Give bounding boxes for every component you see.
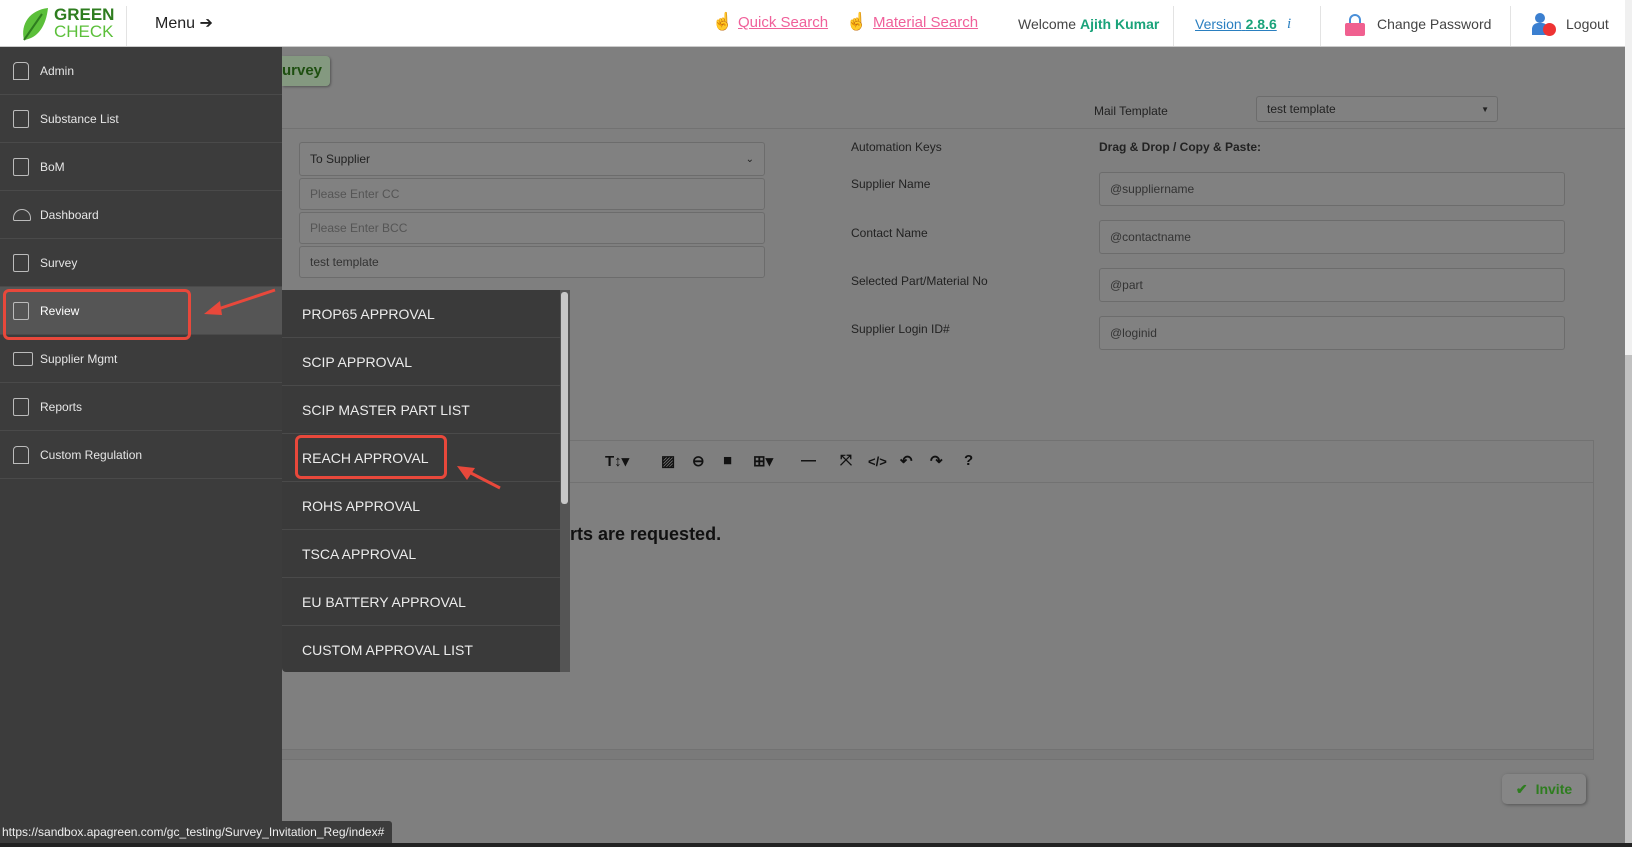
key-label: Supplier Name: [851, 177, 931, 191]
review-submenu: PROP65 APPROVAL SCIP APPROVAL SCIP MASTE…: [282, 290, 570, 672]
document-icon: [13, 158, 29, 176]
highlight-box: [3, 289, 191, 340]
annotation-arrow-icon: [204, 288, 276, 315]
cc-input[interactable]: Please Enter CC: [299, 178, 765, 210]
sidebar-item-dashboard[interactable]: Dashboard: [0, 191, 282, 239]
editor-resize-handle[interactable]: [282, 749, 1593, 759]
sidebar-item-survey[interactable]: Survey: [0, 239, 282, 287]
document-icon: [13, 110, 29, 128]
thumbs-up-icon: ☝: [846, 12, 868, 31]
key-label: Supplier Login ID#: [851, 322, 950, 336]
menu-item-custom-approval-list[interactable]: CUSTOM APPROVAL LIST: [282, 626, 560, 674]
video-icon[interactable]: ■: [723, 452, 732, 469]
gauge-icon: [13, 209, 31, 221]
check-icon: ✔: [1515, 780, 1528, 797]
mail-template-select[interactable]: test template ▼: [1256, 96, 1498, 122]
sidebar-item-reports[interactable]: Reports: [0, 383, 282, 431]
automation-keys-label: Automation Keys: [851, 140, 942, 154]
document-icon: [13, 398, 29, 416]
template-name-input[interactable]: test template: [299, 246, 765, 278]
logout-link[interactable]: Logout: [1566, 16, 1609, 32]
thumbs-up-icon: ☝: [712, 12, 734, 31]
user-name: Ajith Kumar: [1080, 16, 1160, 32]
menu-item-eu-battery-approval[interactable]: EU BATTERY APPROVAL: [282, 578, 560, 626]
drag-drop-label: Drag & Drop / Copy & Paste:: [1099, 140, 1262, 154]
arrow-right-icon: ➔: [199, 15, 213, 32]
divider: [282, 128, 1625, 129]
recipient-select[interactable]: To Supplier ⌄: [299, 142, 765, 176]
top-header: GREEN CHECK Menu ➔ ☝ Quick Search ☝ Mate…: [0, 0, 1625, 47]
logout-user-icon: [1532, 13, 1556, 37]
key-value[interactable]: @suppliername: [1099, 172, 1565, 206]
bottom-edge: [0, 843, 1632, 847]
monitor-icon: [13, 352, 33, 366]
table-icon[interactable]: ⊞▾: [753, 452, 773, 470]
sidebar-item-bom[interactable]: BoM: [0, 143, 282, 191]
link-icon[interactable]: ⊖: [692, 452, 705, 470]
chevron-down-icon: ⌄: [745, 153, 754, 165]
home-icon: [13, 446, 29, 464]
version-link[interactable]: Version 2.8.6: [1195, 16, 1277, 32]
menu-item-prop65-approval[interactable]: PROP65 APPROVAL: [282, 290, 560, 338]
green-check-logo[interactable]: GREEN CHECK: [20, 4, 115, 44]
sidebar-item-substance-list[interactable]: Substance List: [0, 95, 282, 143]
menu-toggle[interactable]: Menu ➔: [155, 13, 213, 33]
key-label: Contact Name: [851, 226, 928, 240]
sidebar: Admin Substance List BoM Dashboard Surve…: [0, 47, 282, 847]
home-icon: [13, 62, 29, 80]
key-value[interactable]: @contactname: [1099, 220, 1565, 254]
sidebar-item-admin[interactable]: Admin: [0, 47, 282, 95]
undo-icon[interactable]: ↶: [900, 452, 913, 470]
fullscreen-icon[interactable]: ⤧: [840, 452, 852, 469]
image-icon[interactable]: ▨: [661, 452, 675, 470]
horizontal-rule-icon[interactable]: —: [801, 452, 816, 469]
help-icon[interactable]: ?: [964, 452, 973, 469]
bcc-input[interactable]: Please Enter BCC: [299, 212, 765, 244]
change-password-link[interactable]: Change Password: [1377, 16, 1491, 32]
submenu-scrollbar[interactable]: [560, 290, 570, 672]
sidebar-item-supplier-mgmt[interactable]: Supplier Mgmt: [0, 335, 282, 383]
document-icon: [13, 254, 29, 272]
scrollbar-thumb[interactable]: [1625, 355, 1632, 843]
key-label: Selected Part/Material No: [851, 274, 988, 288]
menu-item-scip-approval[interactable]: SCIP APPROVAL: [282, 338, 560, 386]
divider: [1173, 6, 1174, 46]
divider: [1510, 6, 1511, 46]
mail-template-label: Mail Template: [1094, 104, 1168, 118]
lock-icon: [1345, 14, 1365, 36]
chevron-down-icon: ▼: [1481, 104, 1489, 114]
key-value[interactable]: @part: [1099, 268, 1565, 302]
menu-item-rohs-approval[interactable]: ROHS APPROVAL: [282, 482, 560, 530]
page-scrollbar[interactable]: [1625, 0, 1632, 843]
scrollbar-thumb[interactable]: [561, 292, 568, 504]
info-icon[interactable]: i: [1287, 16, 1291, 33]
redo-icon[interactable]: ↷: [930, 452, 943, 470]
key-value[interactable]: @loginid: [1099, 316, 1565, 350]
material-search-link[interactable]: Material Search: [873, 14, 978, 31]
status-bar-url: https://sandbox.apagreen.com/gc_testing/…: [0, 821, 393, 843]
menu-item-tsca-approval[interactable]: TSCA APPROVAL: [282, 530, 560, 578]
sidebar-item-custom-regulation[interactable]: Custom Regulation: [0, 431, 282, 479]
highlight-box: [295, 435, 447, 479]
menu-item-scip-master-part-list[interactable]: SCIP MASTER PART LIST: [282, 386, 560, 434]
leaf-icon: [23, 8, 48, 41]
quick-search-link[interactable]: Quick Search: [738, 14, 828, 31]
code-view-icon[interactable]: </>: [868, 454, 887, 469]
annotation-arrow-icon: [457, 466, 501, 490]
invite-button[interactable]: ✔ Invite: [1502, 774, 1586, 804]
survey-tab-button[interactable]: urvey: [282, 56, 330, 86]
editor-content: rts are requested.: [570, 524, 722, 544]
divider: [1320, 6, 1321, 46]
welcome-text: Welcome: [1018, 16, 1077, 32]
font-size-button[interactable]: T↕▾: [605, 452, 629, 470]
divider: [126, 6, 127, 46]
